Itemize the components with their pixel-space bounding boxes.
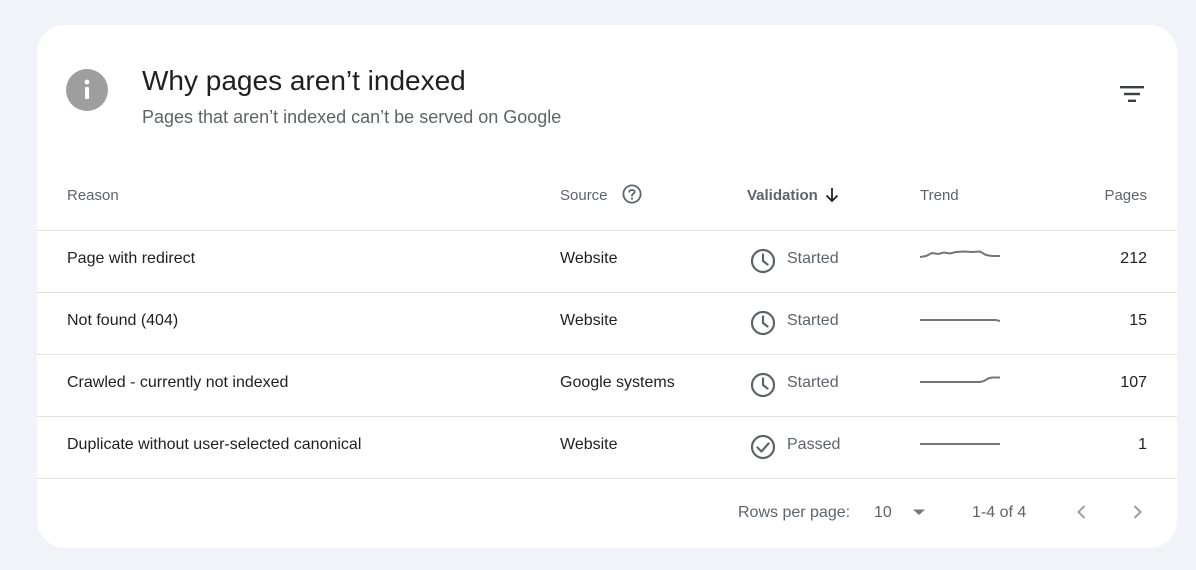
- clock-icon: [749, 247, 777, 275]
- row-pages: 1: [1138, 436, 1147, 453]
- check-circle-icon: [749, 433, 777, 461]
- table-row[interactable]: Page with redirect Website Started 212: [37, 231, 1177, 293]
- column-header-trend[interactable]: Trend: [920, 187, 959, 204]
- row-source: Website: [560, 250, 618, 267]
- pagination-bar: Rows per page: 10 1-4 of 4: [37, 495, 1177, 535]
- column-header-pages[interactable]: Pages: [1104, 187, 1147, 204]
- card-subtitle: Pages that aren’t indexed can’t be serve…: [142, 107, 562, 127]
- row-status: Passed: [787, 436, 841, 453]
- pagination-range: 1-4 of 4: [972, 504, 1027, 521]
- row-source: Google systems: [560, 374, 675, 391]
- row-pages: 15: [1129, 312, 1147, 329]
- column-header-validation[interactable]: Validation: [747, 187, 818, 204]
- row-reason: Crawled - currently not indexed: [67, 374, 289, 391]
- row-reason: Duplicate without user-selected canonica…: [67, 436, 362, 453]
- filter-icon[interactable]: [1115, 77, 1149, 111]
- trend-sparkline: [920, 429, 1000, 459]
- column-header-source[interactable]: Source: [560, 187, 608, 204]
- arrow-down-icon[interactable]: [821, 184, 843, 206]
- row-source: Website: [560, 312, 618, 329]
- trend-sparkline: [920, 367, 1000, 397]
- rows-per-page-select[interactable]: 10: [874, 504, 892, 522]
- chevron-right-icon[interactable]: [1125, 500, 1149, 524]
- column-header-reason[interactable]: Reason: [67, 187, 119, 204]
- row-status: Started: [787, 250, 839, 267]
- clock-icon: [749, 371, 777, 399]
- row-source: Website: [560, 436, 618, 453]
- caret-down-icon[interactable]: [910, 503, 928, 521]
- help-icon[interactable]: [621, 183, 643, 205]
- row-reason: Not found (404): [67, 312, 179, 329]
- card-title: Why pages aren’t indexed: [142, 65, 466, 96]
- row-pages: 212: [1120, 250, 1147, 267]
- rows-per-page-label: Rows per page:: [738, 504, 851, 521]
- row-pages: 107: [1120, 374, 1147, 391]
- table-row[interactable]: Crawled - currently not indexed Google s…: [37, 355, 1177, 417]
- trend-sparkline: [920, 305, 1001, 335]
- table-row[interactable]: Not found (404) Website Started 15: [37, 293, 1177, 355]
- row-reason: Page with redirect: [67, 250, 196, 267]
- table-row[interactable]: Duplicate without user-selected canonica…: [37, 417, 1177, 479]
- row-status: Started: [787, 374, 839, 391]
- row-status: Started: [787, 312, 839, 329]
- clock-icon: [749, 309, 777, 337]
- chevron-left-icon[interactable]: [1070, 500, 1094, 524]
- reasons-table: Reason Source Validation Trend Pages Pag…: [37, 173, 1177, 479]
- info-icon: [66, 69, 108, 111]
- trend-sparkline: [919, 243, 1000, 273]
- table-header-row: Reason Source Validation Trend Pages: [37, 173, 1177, 231]
- index-report-card: Why pages aren’t indexed Pages that aren…: [37, 25, 1177, 548]
